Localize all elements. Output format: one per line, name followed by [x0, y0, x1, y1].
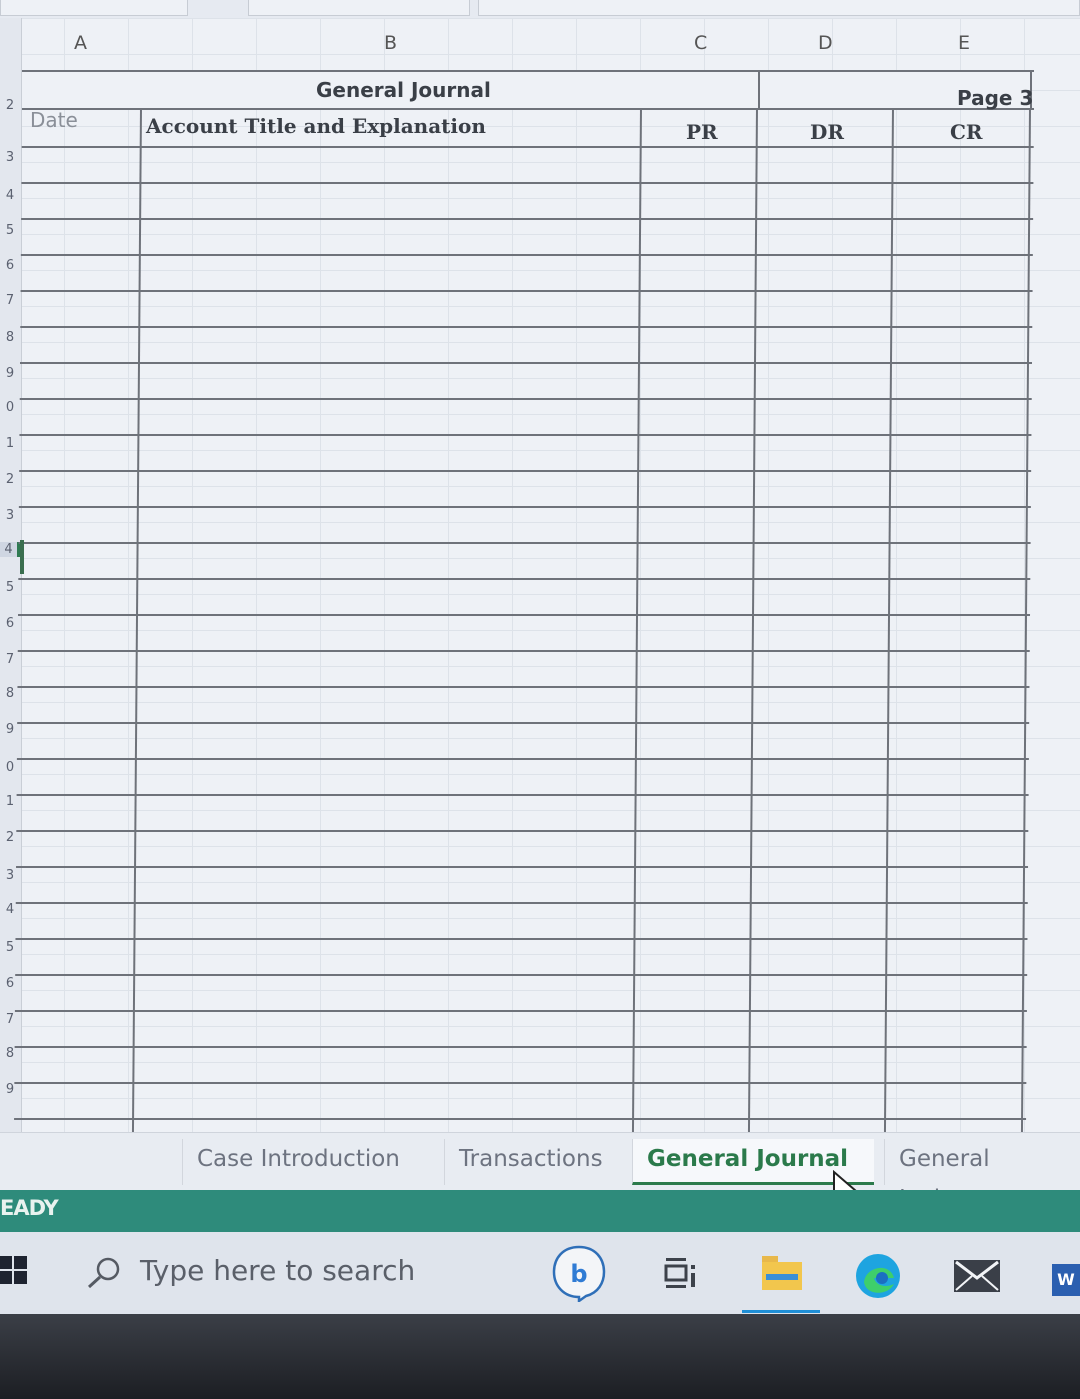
column-header-e[interactable]: E — [958, 32, 970, 54]
mail-icon[interactable] — [952, 1256, 1002, 1296]
column-header-b[interactable]: B — [384, 32, 397, 54]
journal-title-row[interactable] — [22, 70, 1032, 110]
row-line — [19, 362, 1033, 364]
row-line — [15, 974, 1028, 976]
row-line — [19, 434, 1032, 436]
row-line — [16, 758, 1029, 760]
row-line — [15, 902, 1028, 904]
row-number[interactable]: 4 — [0, 188, 20, 203]
row-line — [21, 182, 1034, 184]
row-line — [16, 866, 1029, 868]
title-row-top-border — [22, 70, 1034, 72]
search-icon — [87, 1257, 120, 1289]
row-line — [21, 146, 1034, 148]
page-label: Page 3 — [957, 86, 1034, 110]
row-number[interactable]: 8 — [0, 330, 20, 345]
row-line — [14, 1082, 1027, 1084]
column-header-c[interactable]: C — [694, 32, 707, 54]
date-header[interactable]: Date — [30, 108, 78, 132]
row-number[interactable]: 5 — [0, 223, 20, 238]
cr-header[interactable]: CR — [950, 120, 983, 144]
column-header-d[interactable]: D — [818, 32, 833, 54]
row-number[interactable]: 9 — [0, 366, 20, 381]
row-line — [14, 1118, 1027, 1120]
search-placeholder: Type here to search — [140, 1254, 416, 1287]
row-line — [21, 108, 1034, 110]
file-explorer-icon[interactable] — [760, 1254, 804, 1292]
column-line — [631, 108, 642, 1132]
status-bar: EADY — [0, 1190, 1080, 1232]
windows-start-icon[interactable] — [0, 1254, 28, 1286]
journal-table[interactable] — [14, 108, 1034, 1132]
row-number[interactable]: 2 — [0, 472, 20, 487]
bing-chat-icon[interactable]: b — [550, 1244, 608, 1302]
row-number[interactable]: 6 — [0, 258, 20, 273]
row-number[interactable]: 2 — [0, 98, 20, 113]
row-line — [19, 398, 1032, 400]
dr-header[interactable]: DR — [810, 120, 844, 144]
column-line — [747, 108, 758, 1132]
edge-browser-icon[interactable] — [854, 1252, 902, 1300]
row-line — [18, 578, 1031, 580]
row-line — [20, 326, 1033, 328]
row-line — [21, 218, 1034, 220]
tab-case-introduction[interactable]: Case Introduction — [182, 1139, 428, 1185]
row-number[interactable]: 3 — [0, 508, 20, 523]
journal-title: General Journal — [316, 78, 491, 102]
windows-taskbar: Type here to search b W — [0, 1232, 1080, 1314]
row-line — [18, 614, 1031, 616]
row-line — [14, 1010, 1027, 1012]
word-app-icon[interactable]: W — [1052, 1264, 1080, 1296]
row-line — [16, 794, 1029, 796]
worksheet[interactable]: 2 3 4 5 6 7 8 9 0 1 2 3 4 5 6 7 8 9 0 1 … — [0, 18, 1080, 1132]
name-box[interactable] — [0, 0, 188, 16]
row-line — [20, 254, 1033, 256]
row-line — [17, 722, 1030, 724]
column-line — [883, 108, 894, 1132]
formula-bar-segment[interactable] — [248, 0, 470, 16]
tab-general-ledger[interactable]: General Ledger — [884, 1139, 1080, 1212]
row-number[interactable]: 5 — [0, 580, 20, 595]
tab-transactions[interactable]: Transactions — [444, 1139, 632, 1185]
row-number[interactable]: 3 — [0, 150, 20, 165]
row-line — [17, 650, 1030, 652]
row-line — [19, 470, 1032, 472]
row-line — [16, 830, 1029, 832]
row-number[interactable]: 7 — [0, 293, 20, 308]
status-ready-text: EADY — [0, 1196, 59, 1220]
row-line — [14, 1046, 1027, 1048]
row-line — [18, 542, 1031, 544]
row-line — [20, 290, 1033, 292]
formula-area-strip — [0, 0, 1080, 18]
selected-row-indicator — [20, 540, 24, 574]
task-view-icon[interactable] — [664, 1256, 698, 1290]
svg-text:b: b — [570, 1260, 587, 1288]
formula-bar[interactable] — [478, 0, 1080, 16]
active-app-indicator — [742, 1310, 820, 1313]
account-header[interactable]: Account Title and Explanation — [146, 114, 486, 138]
row-number[interactable]: 0 — [0, 400, 20, 415]
sheet-tab-bar: Case Introduction Transactions General J… — [0, 1132, 1080, 1212]
row-line — [17, 686, 1030, 688]
column-line — [131, 108, 142, 1132]
monitor-bezel — [0, 1314, 1080, 1399]
row-line — [15, 938, 1028, 940]
title-row-divider — [758, 70, 760, 110]
taskbar-search-box[interactable]: Type here to search — [80, 1246, 520, 1298]
row-number-selected[interactable]: 4 — [0, 542, 20, 557]
pr-header[interactable]: PR — [686, 120, 718, 144]
row-number[interactable]: 1 — [0, 436, 20, 451]
column-header-a[interactable]: A — [74, 32, 87, 54]
row-line — [18, 506, 1031, 508]
